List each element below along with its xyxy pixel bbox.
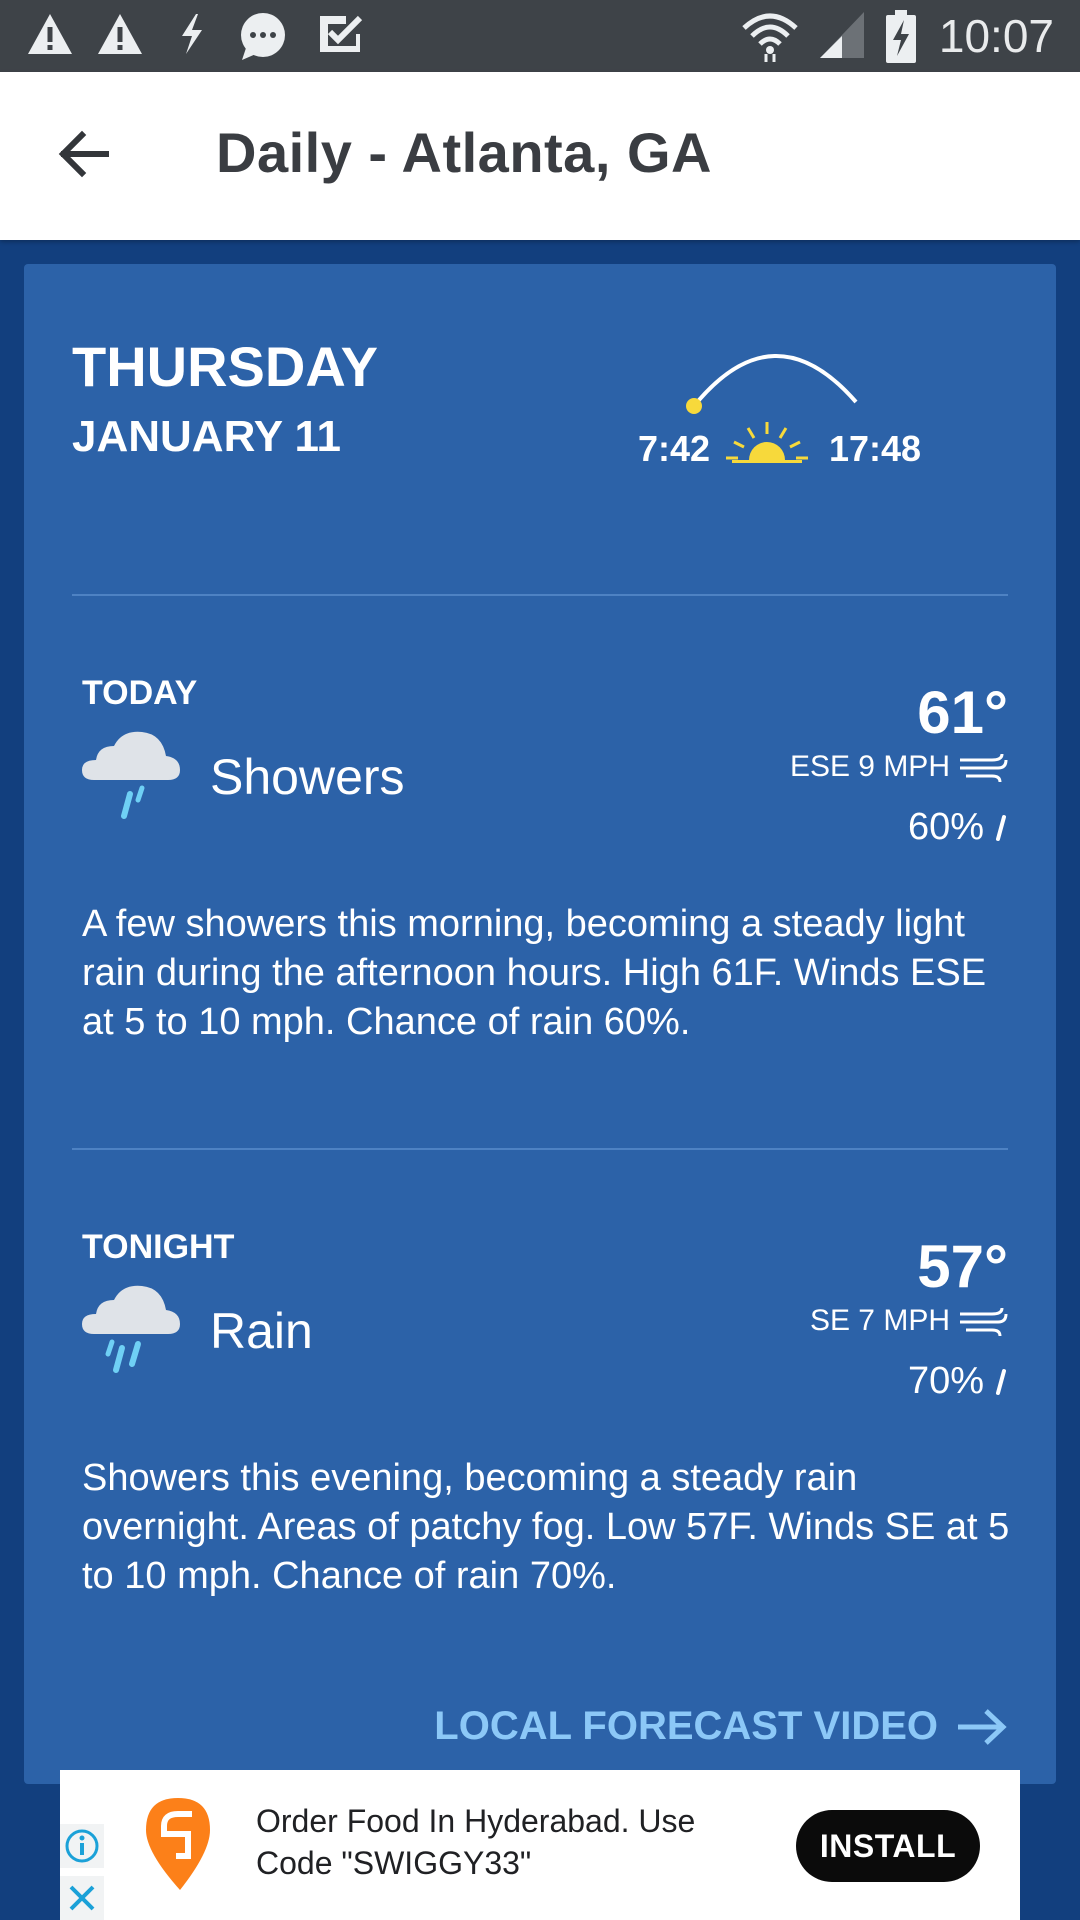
wifi-icon (742, 13, 798, 62)
description-today: A few showers this morning, becoming a s… (82, 903, 987, 1043)
rain-icon (82, 1285, 180, 1373)
wind-text-tonight: SE 7 MPH (809, 1304, 950, 1337)
wind-text-today: ESE 9 MPH (789, 750, 950, 783)
sun-arc-icon (686, 354, 858, 414)
wind-today: ESE 9 MPH (790, 750, 1008, 784)
raindrop-icon (996, 1368, 1006, 1395)
status-time: 10:07 (938, 10, 1054, 62)
app-bar: Daily - Atlanta, GA (0, 72, 1080, 240)
ad-text: Order Food In Hyderabad. Use Code "SWIGG… (256, 1803, 696, 1881)
sunset-time: 17:48 (829, 428, 922, 469)
temperature-tonight: 57° (917, 1233, 1008, 1300)
raindrop-icon (996, 814, 1006, 841)
close-icon[interactable] (60, 1876, 104, 1920)
description-tonight: Showers this evening, becoming a steady … (82, 1457, 1010, 1597)
wind-icon (960, 1307, 1008, 1337)
divider (72, 1148, 1008, 1150)
info-icon[interactable] (60, 1824, 104, 1868)
warning-icon (98, 14, 142, 54)
precip-today: 60% (908, 806, 1008, 849)
showers-icon (82, 731, 180, 819)
condition-text-tonight: Rain (210, 1303, 313, 1359)
period-label-tonight: TONIGHT (82, 1228, 235, 1266)
battery-charging-icon (886, 10, 916, 63)
chat-bubble-icon (241, 13, 285, 60)
sunrise-sun-icon (726, 422, 808, 463)
arrow-back-icon[interactable] (52, 122, 116, 186)
wind-tonight: SE 7 MPH (810, 1304, 1008, 1338)
arrow-forward-icon (958, 1708, 1007, 1745)
task-check-icon (320, 15, 363, 52)
cell-signal-icon (820, 12, 864, 58)
precip-tonight: 70% (908, 1360, 1008, 1403)
install-button[interactable]: INSTALL (796, 1810, 980, 1882)
swiggy-logo-icon (146, 1798, 210, 1890)
wind-icon (960, 753, 1008, 783)
precip-text-today: 60% (907, 806, 984, 848)
precip-text-tonight: 70% (907, 1360, 984, 1402)
divider (72, 594, 1008, 596)
local-forecast-video-link[interactable]: LOCAL FORECAST VIDEO (434, 1704, 1008, 1749)
video-link-label: LOCAL FORECAST VIDEO (434, 1704, 938, 1748)
flash-icon (182, 14, 202, 54)
status-bar: 10:07 (0, 0, 1080, 72)
day-date: JANUARY 11 (72, 412, 342, 461)
sunrise-time: 7:42 (638, 428, 711, 469)
temperature-today: 61° (917, 679, 1008, 746)
warning-icon (28, 14, 72, 54)
page-title: Daily - Atlanta, GA (216, 121, 712, 184)
daily-forecast-card: THURSDAY JANUARY 11 7:42 17:48 TODAY Sho… (24, 264, 1056, 1784)
condition-text-today: Showers (210, 749, 405, 805)
ad-banner[interactable]: Order Food In Hyderabad. Use Code "SWIGG… (60, 1770, 1020, 1920)
day-name: THURSDAY (72, 335, 378, 398)
period-label-today: TODAY (82, 674, 198, 712)
